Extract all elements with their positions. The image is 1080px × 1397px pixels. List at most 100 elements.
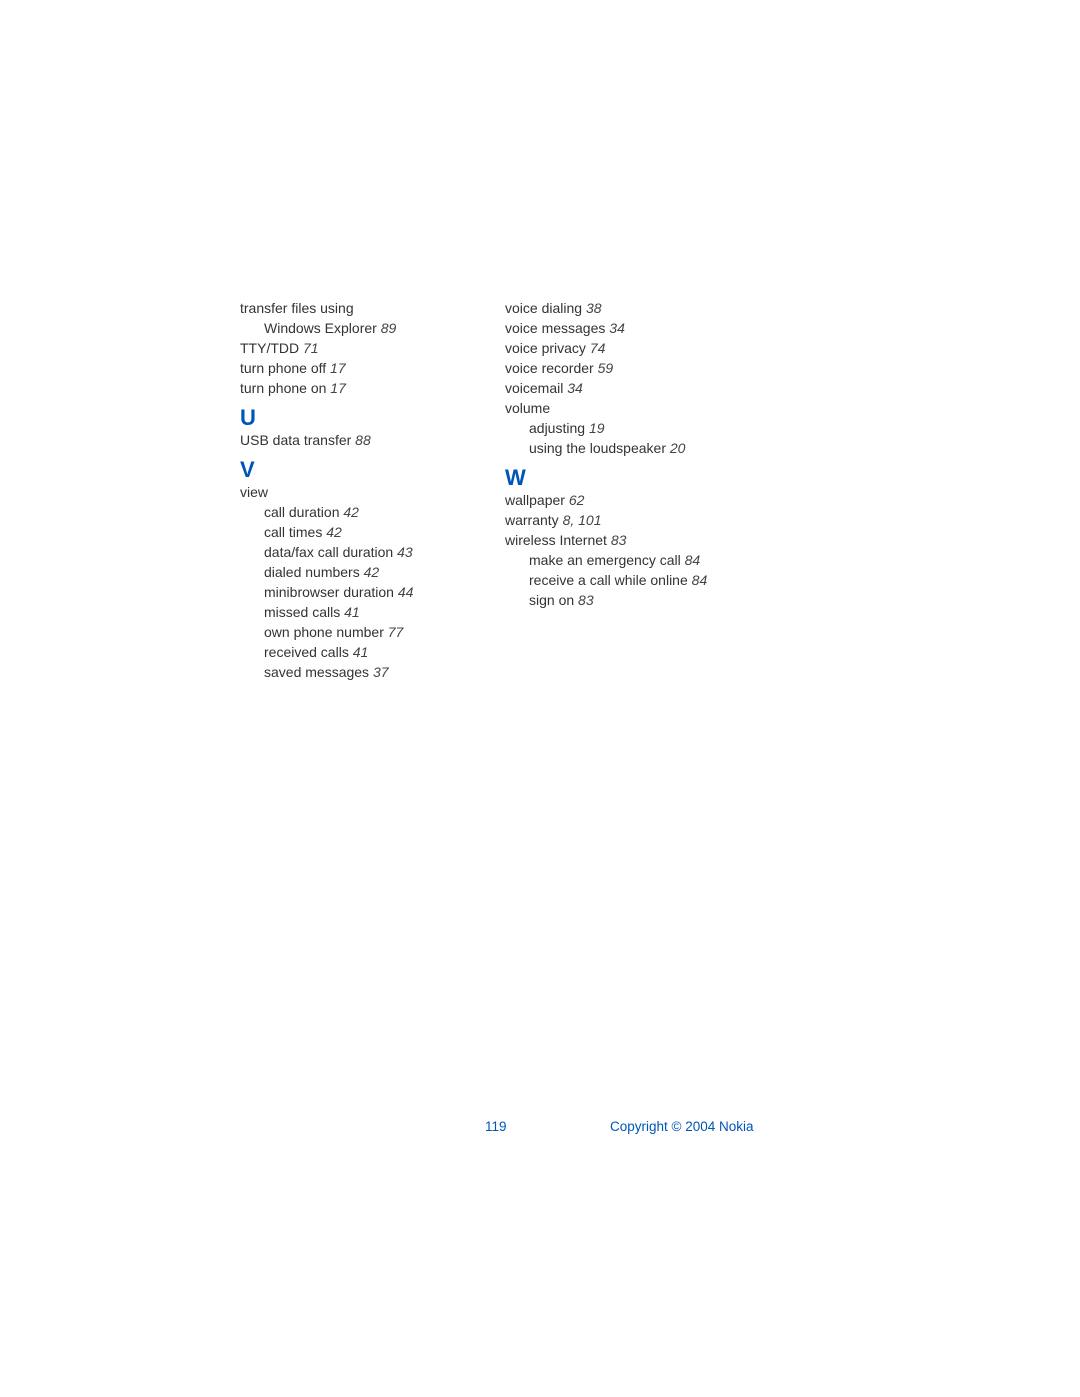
index-entry-text: turn phone on bbox=[240, 380, 326, 396]
index-entry-page: 71 bbox=[303, 340, 319, 356]
index-entry: voice privacy 74 bbox=[505, 338, 765, 358]
index-entry: view bbox=[240, 482, 485, 502]
index-entry-page: 59 bbox=[598, 360, 614, 376]
index-entry: turn phone on 17 bbox=[240, 378, 485, 398]
index-entry-page: 83 bbox=[578, 592, 594, 608]
index-entry-text: turn phone off bbox=[240, 360, 326, 376]
index-entry: wireless Internet 83 bbox=[505, 530, 765, 550]
index-entry-text: received calls bbox=[264, 644, 349, 660]
index-entry-text: view bbox=[240, 484, 268, 500]
index-entry-text: using the loudspeaker bbox=[529, 440, 666, 456]
page-number: 119 bbox=[485, 1119, 507, 1134]
index-entry-page: 34 bbox=[609, 320, 625, 336]
index-entry-page: 74 bbox=[590, 340, 606, 356]
index-entry-text: make an emergency call bbox=[529, 552, 681, 568]
index-entry-page: 34 bbox=[567, 380, 583, 396]
index-entry-text: saved messages bbox=[264, 664, 369, 680]
left-column: transfer files usingWindows Explorer 89T… bbox=[240, 298, 485, 682]
index-entry: missed calls 41 bbox=[240, 602, 485, 622]
index-entry: sign on 83 bbox=[505, 590, 765, 610]
index-entry: transfer files using bbox=[240, 298, 485, 318]
index-entry: voice dialing 38 bbox=[505, 298, 765, 318]
index-entry-text: sign on bbox=[529, 592, 574, 608]
entries-group-v: viewcall duration 42call times 42data/fa… bbox=[240, 482, 485, 682]
index-entry: TTY/TDD 71 bbox=[240, 338, 485, 358]
index-entry-text: transfer files using bbox=[240, 300, 354, 316]
index-entry-text: volume bbox=[505, 400, 550, 416]
index-entry-text: USB data transfer bbox=[240, 432, 351, 448]
index-entry-page: 8, 101 bbox=[563, 512, 602, 528]
right-column: voice dialing 38voice messages 34voice p… bbox=[505, 298, 765, 682]
index-entry: wallpaper 62 bbox=[505, 490, 765, 510]
index-entry-page: 43 bbox=[397, 544, 413, 560]
section-letter-v: V bbox=[240, 460, 485, 480]
index-entry: Windows Explorer 89 bbox=[240, 318, 485, 338]
index-entry: USB data transfer 88 bbox=[240, 430, 485, 450]
section-letter-u: U bbox=[240, 408, 485, 428]
index-entry-page: 20 bbox=[670, 440, 686, 456]
index-entry-page: 88 bbox=[355, 432, 371, 448]
index-content: transfer files usingWindows Explorer 89T… bbox=[240, 298, 790, 682]
index-entry: call duration 42 bbox=[240, 502, 485, 522]
entries-group-w: wallpaper 62warranty 8, 101wireless Inte… bbox=[505, 490, 765, 610]
index-entry-text: warranty bbox=[505, 512, 559, 528]
index-entry: warranty 8, 101 bbox=[505, 510, 765, 530]
index-entry: minibrowser duration 44 bbox=[240, 582, 485, 602]
index-entry-text: data/fax call duration bbox=[264, 544, 393, 560]
index-entry-page: 41 bbox=[353, 644, 369, 660]
index-entry: receive a call while online 84 bbox=[505, 570, 765, 590]
index-entry-text: TTY/TDD bbox=[240, 340, 299, 356]
index-entry: data/fax call duration 43 bbox=[240, 542, 485, 562]
entries-group-t: transfer files usingWindows Explorer 89T… bbox=[240, 298, 485, 398]
index-entry-text: wireless Internet bbox=[505, 532, 607, 548]
index-entry-page: 77 bbox=[388, 624, 404, 640]
index-entry-text: receive a call while online bbox=[529, 572, 688, 588]
index-entry-text: Windows Explorer bbox=[264, 320, 377, 336]
index-entry-page: 44 bbox=[398, 584, 414, 600]
index-entry-text: minibrowser duration bbox=[264, 584, 394, 600]
entries-group-u: USB data transfer 88 bbox=[240, 430, 485, 450]
index-entry-text: call times bbox=[264, 524, 322, 540]
index-entry: dialed numbers 42 bbox=[240, 562, 485, 582]
index-entry-page: 42 bbox=[364, 564, 380, 580]
index-entry-page: 89 bbox=[381, 320, 397, 336]
index-entry: saved messages 37 bbox=[240, 662, 485, 682]
index-entry-text: call duration bbox=[264, 504, 340, 520]
index-entry: voice recorder 59 bbox=[505, 358, 765, 378]
index-entry: voicemail 34 bbox=[505, 378, 765, 398]
index-entry-page: 19 bbox=[589, 420, 605, 436]
index-entry-page: 84 bbox=[685, 552, 701, 568]
index-entry-text: voice privacy bbox=[505, 340, 586, 356]
index-entry: own phone number 77 bbox=[240, 622, 485, 642]
index-entry-page: 84 bbox=[692, 572, 708, 588]
index-entry-page: 38 bbox=[586, 300, 602, 316]
index-entry-text: voice messages bbox=[505, 320, 605, 336]
index-entry-page: 17 bbox=[330, 380, 346, 396]
index-entry-text: voicemail bbox=[505, 380, 563, 396]
entries-group-voice: voice dialing 38voice messages 34voice p… bbox=[505, 298, 765, 458]
index-entry-text: adjusting bbox=[529, 420, 585, 436]
index-entry-page: 17 bbox=[330, 360, 346, 376]
index-entry-text: wallpaper bbox=[505, 492, 565, 508]
index-entry-text: voice recorder bbox=[505, 360, 594, 376]
index-entry-page: 37 bbox=[373, 664, 389, 680]
index-entry-text: own phone number bbox=[264, 624, 384, 640]
index-entry-text: missed calls bbox=[264, 604, 340, 620]
index-entry-page: 42 bbox=[343, 504, 359, 520]
index-entry: call times 42 bbox=[240, 522, 485, 542]
index-entry: turn phone off 17 bbox=[240, 358, 485, 378]
index-entry-page: 83 bbox=[611, 532, 627, 548]
index-entry: using the loudspeaker 20 bbox=[505, 438, 765, 458]
index-entry-page: 62 bbox=[569, 492, 585, 508]
index-entry: volume bbox=[505, 398, 765, 418]
index-entry: make an emergency call 84 bbox=[505, 550, 765, 570]
index-entry: voice messages 34 bbox=[505, 318, 765, 338]
index-entry-page: 42 bbox=[326, 524, 342, 540]
index-entry-text: dialed numbers bbox=[264, 564, 360, 580]
copyright-text: Copyright © 2004 Nokia bbox=[610, 1119, 754, 1134]
index-entry: adjusting 19 bbox=[505, 418, 765, 438]
index-entry-text: voice dialing bbox=[505, 300, 582, 316]
index-entry: received calls 41 bbox=[240, 642, 485, 662]
section-letter-w: W bbox=[505, 468, 765, 488]
index-entry-page: 41 bbox=[344, 604, 360, 620]
